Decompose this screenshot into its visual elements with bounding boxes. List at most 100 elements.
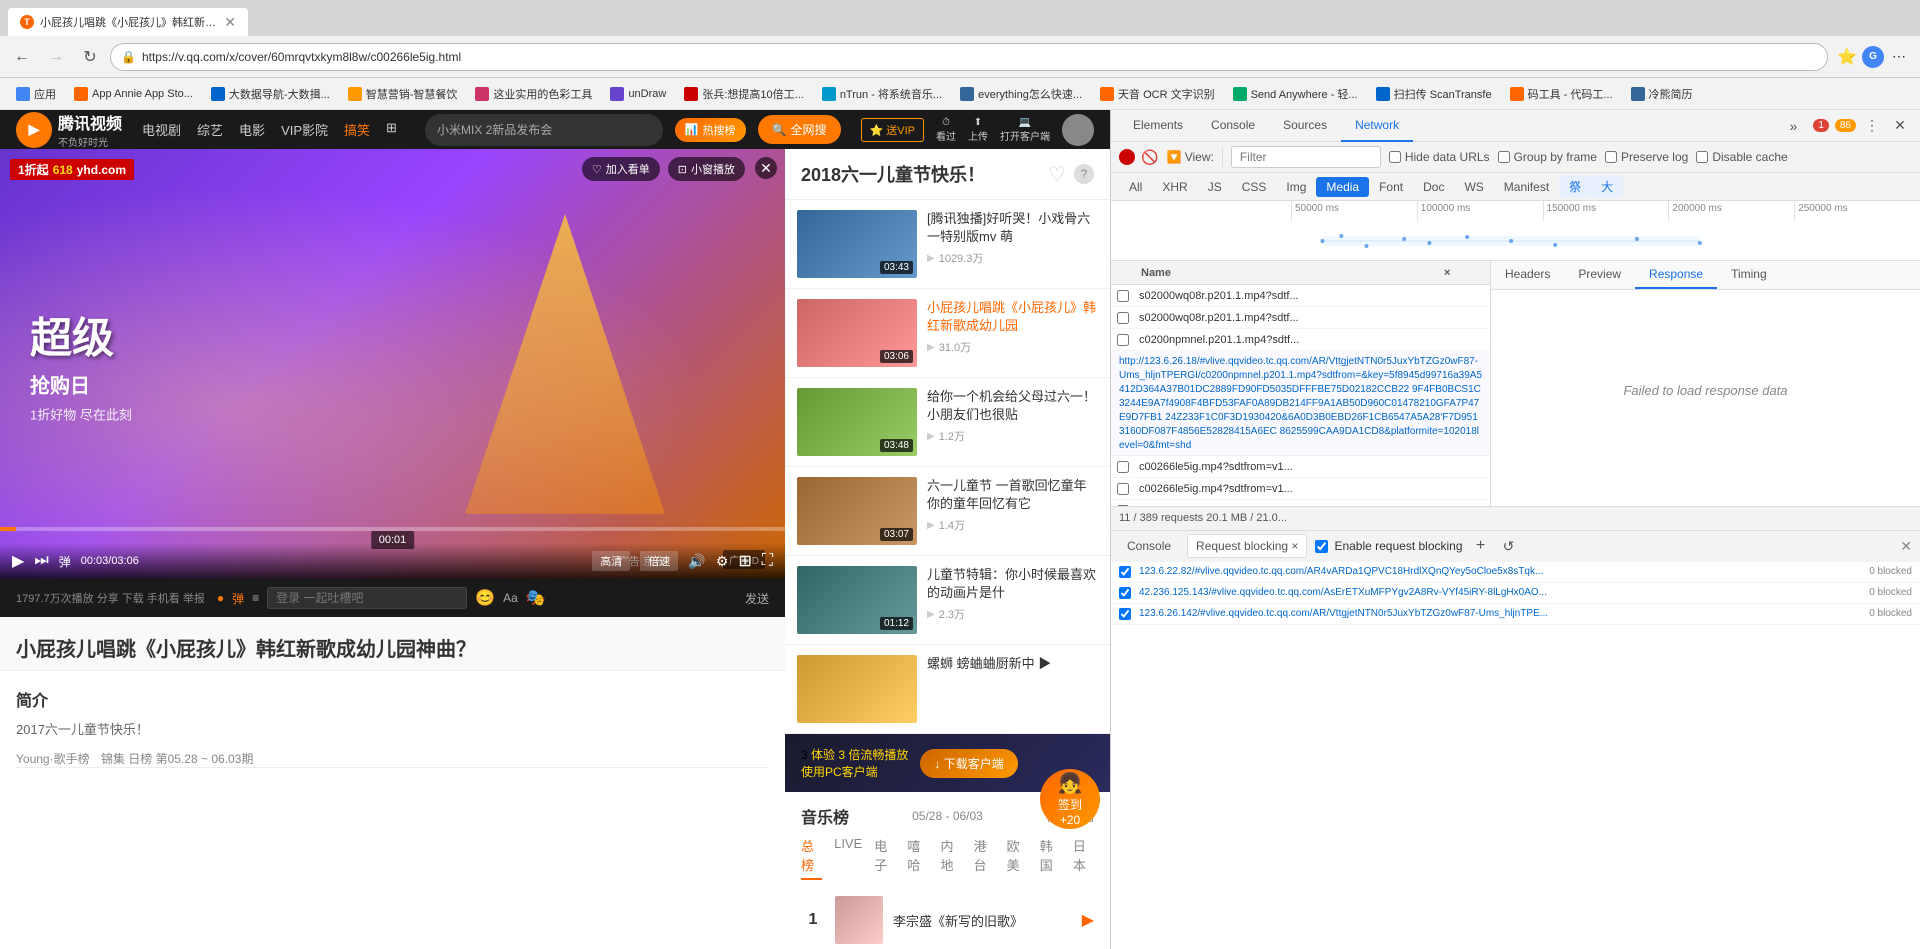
extension-icon-1[interactable]: ⭐ xyxy=(1834,44,1860,70)
disable-cache-check[interactable] xyxy=(1696,151,1708,163)
recommend-item-4[interactable]: 01:12 儿童节特辑：你小时候最喜欢的动画片是什 ▶ 2.3万 xyxy=(785,556,1110,645)
reload-button[interactable]: ↻ xyxy=(76,43,104,71)
network-row-url-1[interactable]: c00266le5ig.mp4?sdtfrom=v1... xyxy=(1111,478,1490,500)
devtools-tab-console[interactable]: Console xyxy=(1197,110,1269,142)
forward-button[interactable]: → xyxy=(42,43,70,71)
devtools-settings-button[interactable]: ✕ xyxy=(1888,114,1912,138)
address-bar[interactable]: 🔒 https://v.qq.com/x/cover/60mrqvtxkym8l… xyxy=(110,43,1828,71)
user-avatar[interactable] xyxy=(1062,114,1094,146)
type-filter-manifest[interactable]: Manifest xyxy=(1494,177,1559,197)
type-filter-css[interactable]: CSS xyxy=(1232,177,1277,197)
row-url-check-0[interactable] xyxy=(1117,461,1129,473)
upload-button[interactable]: ⬆ 上传 xyxy=(968,117,988,143)
fullscreen-button[interactable]: ⛶ xyxy=(762,552,773,570)
recommend-item-1[interactable]: 03:06 小屁孩儿唱跳《小屁孩儿》韩红新歌成幼儿园 ▶ 31.0万 xyxy=(785,289,1110,378)
row-url-check-1[interactable] xyxy=(1117,483,1129,495)
play-button[interactable]: ▶ xyxy=(12,551,24,571)
add-to-watchlist-button[interactable]: ♡ 加入看单 xyxy=(582,157,660,181)
recommend-item-3[interactable]: 03:07 六一儿童节 一首歌回忆童年 你的童年回忆有它 ▶ 1.4万 xyxy=(785,467,1110,556)
type-filter-doc[interactable]: Doc xyxy=(1413,177,1454,197)
filter-button[interactable]: 🔽 View: xyxy=(1166,150,1213,164)
recommend-item-5[interactable]: 螺蛳 螃蛐蛐厨新中 ▶ xyxy=(785,645,1110,734)
blocking-rule-check-0[interactable] xyxy=(1119,566,1131,578)
speed-button[interactable]: 倍速 xyxy=(640,551,678,571)
group-by-frame-check[interactable] xyxy=(1498,151,1510,163)
bookmark-7[interactable]: nTrun - 将系统音乐... xyxy=(814,84,950,104)
blocking-rule-2[interactable]: 123.6.26.142/#vlive.qqvideo.tc.qq.com/AR… xyxy=(1111,604,1920,625)
chart-play-icon-0[interactable]: ▶ xyxy=(1082,910,1094,930)
network-row-0[interactable]: s02000wq08r.p201.1.mp4?sdtf... xyxy=(1111,285,1490,307)
barrage-toggle[interactable]: 弹 xyxy=(232,590,244,607)
hot-search-button[interactable]: 📊 热搜榜 xyxy=(675,118,746,142)
full-search-button[interactable]: 🔍 全网搜 xyxy=(758,115,841,144)
chart-tab-hktw[interactable]: 港台 xyxy=(974,836,995,880)
console-tab[interactable]: Console xyxy=(1119,535,1179,557)
nav-link-funny[interactable]: 搞笑 xyxy=(344,120,370,139)
enable-blocking-checkbox[interactable] xyxy=(1315,540,1328,553)
emoji-button[interactable]: 😊 xyxy=(475,588,495,608)
detail-tab-timing[interactable]: Timing xyxy=(1717,261,1781,289)
close-console-button[interactable]: ✕ xyxy=(1900,538,1912,555)
screen-button[interactable]: ⊞ xyxy=(738,551,751,571)
refresh-blocking-button[interactable]: ↺ xyxy=(1499,536,1519,556)
settings-button[interactable]: ⚙ xyxy=(716,553,729,570)
type-filter-custom1[interactable]: 祭 xyxy=(1559,175,1591,198)
chart-tab-hiphop[interactable]: 嘻哈 xyxy=(907,836,928,880)
bookmark-apps[interactable]: 应用 xyxy=(8,84,64,104)
type-filter-font[interactable]: Font xyxy=(1369,177,1413,197)
hide-data-urls-checkbox[interactable]: Hide data URLs xyxy=(1389,150,1490,164)
nav-link-vip[interactable]: VIP影院 xyxy=(281,120,328,139)
next-button[interactable]: ⏭ xyxy=(34,552,48,570)
bookmark-11[interactable]: 扫扫传 ScanTransfe xyxy=(1368,84,1500,104)
vip-button[interactable]: ⭐ 送VIP xyxy=(861,118,925,142)
active-tab[interactable]: T 小屁孩儿唱跳《小屁孩儿》韩红新歌成幼儿园神曲？_腾讯视频 ✕ xyxy=(8,8,248,36)
bookmark-1[interactable]: App Annie App Sto... xyxy=(66,85,201,103)
devtools-tab-elements[interactable]: Elements xyxy=(1119,110,1197,142)
chart-tab-western[interactable]: 欧美 xyxy=(1007,836,1028,880)
type-filter-xhr[interactable]: XHR xyxy=(1152,177,1197,197)
blocking-rule-check-1[interactable] xyxy=(1119,587,1131,599)
bookmark-2[interactable]: 大数据导航-大数揖... xyxy=(203,84,338,104)
chart-tab-mainland[interactable]: 内地 xyxy=(940,836,961,880)
add-blocking-rule-button[interactable]: + xyxy=(1471,536,1491,556)
recommend-item-2[interactable]: 03:48 给你一个机会给父母过六一！小朋友们也很贴 ▶ 1.2万 xyxy=(785,378,1110,467)
tab-close-button[interactable]: ✕ xyxy=(224,14,236,31)
blocking-rule-1[interactable]: 42.236.125.143/#vlive.qqvideo.tc.qq.com/… xyxy=(1111,583,1920,604)
barrage-face-button[interactable]: 🎭 xyxy=(526,588,546,608)
open-client-button[interactable]: 💻 打开客户端 xyxy=(1000,117,1050,143)
video-player[interactable]: 1折起 618 yhd.com 超级 抢购日 1折好物 尽在此刻 ✕ 广告 京东… xyxy=(0,149,785,579)
network-row-1[interactable]: s02000wq08r.p201.1.mp4?sdtf... xyxy=(1111,307,1490,329)
bookmark-send-anywhere[interactable]: Send Anywhere - 轻... xyxy=(1225,84,1366,104)
preserve-log-check[interactable] xyxy=(1605,151,1617,163)
network-row-url-0[interactable]: c00266le5ig.mp4?sdtfrom=v1... xyxy=(1111,456,1490,478)
volume-button[interactable]: 🔊 xyxy=(688,553,705,570)
back-button[interactable]: ← xyxy=(8,43,36,71)
clear-button[interactable]: 🚫 xyxy=(1141,149,1158,166)
bookmark-4[interactable]: 这业实用的色彩工具 xyxy=(467,84,600,104)
detail-tab-preview[interactable]: Preview xyxy=(1564,261,1635,289)
barrage-toggle-button[interactable]: 弹 xyxy=(59,553,71,570)
row-check-1[interactable] xyxy=(1117,312,1129,324)
extension-icon-2[interactable]: G xyxy=(1862,46,1884,68)
row-check-0[interactable] xyxy=(1117,290,1129,302)
type-filter-img[interactable]: Img xyxy=(1276,177,1316,197)
sidebar-help-icon[interactable]: ? xyxy=(1074,164,1094,184)
type-filter-js[interactable]: JS xyxy=(1198,177,1232,197)
recommend-item-0[interactable]: 03:43 [腾讯独播]好听哭！小戏骨六一特别版mv 萌 ▶ 1029.3万 xyxy=(785,200,1110,289)
type-filter-custom2[interactable]: 大 xyxy=(1591,175,1623,198)
network-request-list[interactable]: Name × s02000wq08r.p201.1.mp4?sdtf... xyxy=(1111,261,1491,506)
blocking-rule-0[interactable]: 123.6.22.82/#vlive.qqvideo.tc.qq.com/AR4… xyxy=(1111,562,1920,583)
nav-link-tv[interactable]: 电视剧 xyxy=(142,120,181,139)
row-check-2[interactable] xyxy=(1117,334,1129,346)
chart-tab-all[interactable]: 总榜 xyxy=(801,836,822,880)
search-bar[interactable]: 小米MIX 2新品发布会 xyxy=(425,114,663,146)
type-filter-all[interactable]: All xyxy=(1119,177,1152,197)
type-filter-ws[interactable]: WS xyxy=(1454,177,1493,197)
network-row-2[interactable]: c0200npmnel.p201.1.mp4?sdtf... xyxy=(1111,329,1490,351)
blocking-rule-check-2[interactable] xyxy=(1119,608,1131,620)
devtools-tab-network[interactable]: Network xyxy=(1341,110,1413,142)
preserve-log-checkbox[interactable]: Preserve log xyxy=(1605,150,1688,164)
hide-data-urls-check[interactable] xyxy=(1389,151,1401,163)
signin-bubble[interactable]: 👧 签到+20 xyxy=(1040,769,1100,829)
disable-cache-checkbox[interactable]: Disable cache xyxy=(1696,150,1787,164)
